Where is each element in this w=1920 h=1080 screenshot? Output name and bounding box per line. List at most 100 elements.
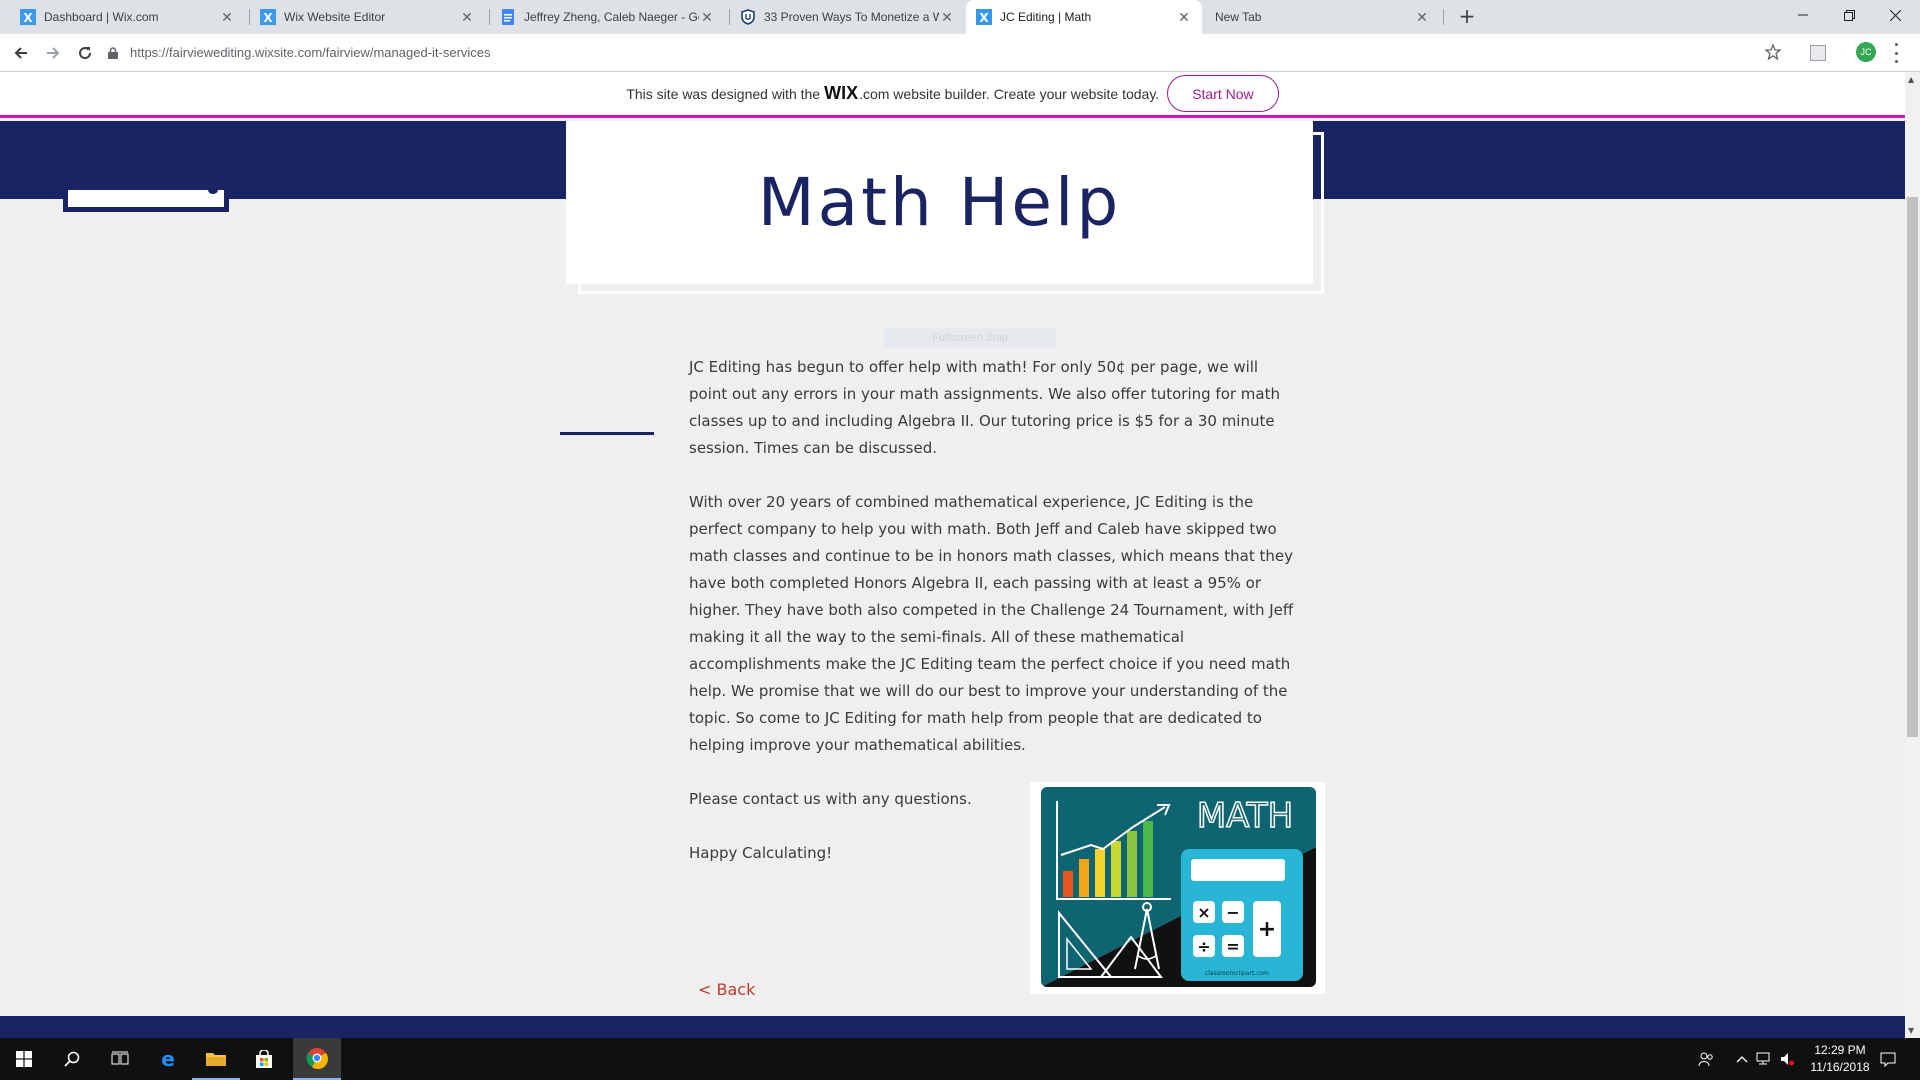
close-icon[interactable]: ✕ bbox=[219, 9, 235, 26]
folder-icon bbox=[206, 1053, 226, 1066]
lock-icon bbox=[108, 46, 120, 59]
address-bar[interactable]: https://fairviewediting.wixsite.com/fair… bbox=[108, 38, 1783, 67]
edge-browser-button[interactable]: e bbox=[144, 1038, 192, 1080]
store-bag-icon bbox=[256, 1050, 272, 1068]
close-icon[interactable]: ✕ bbox=[939, 9, 955, 26]
tab-jc-editing-math[interactable]: X JC Editing | Math ✕ bbox=[966, 0, 1202, 34]
chevron-up-icon[interactable] bbox=[1736, 1038, 1748, 1080]
task-view-icon bbox=[111, 1051, 129, 1065]
browser-toolbar: https://fairviewediting.wixsite.com/fair… bbox=[0, 34, 1920, 72]
new-tab-button[interactable]: + bbox=[1455, 5, 1479, 29]
calc-key-plus: + bbox=[1258, 917, 1276, 942]
tab-title: 33 Proven Ways To Monetize a W bbox=[764, 10, 939, 24]
shield-icon bbox=[740, 9, 756, 25]
math-clipart-image: MATH × − ÷ = + classroomclipart.com bbox=[1041, 787, 1316, 987]
search-button[interactable] bbox=[48, 1038, 96, 1080]
clock-date: 11/16/2018 bbox=[1810, 1060, 1870, 1074]
accent-divider bbox=[560, 432, 654, 435]
tab-title: Jeffrey Zheng, Caleb Naeger - Go bbox=[524, 10, 699, 24]
forward-button[interactable] bbox=[38, 38, 68, 68]
page-title-box: Math Help bbox=[566, 121, 1313, 284]
arrow-right-icon bbox=[47, 47, 60, 59]
bookmark-star-icon[interactable] bbox=[1764, 43, 1782, 64]
restore-button[interactable] bbox=[1826, 0, 1872, 30]
intro-paragraph: JC Editing has begun to offer help with … bbox=[689, 358, 1280, 457]
restore-icon bbox=[1843, 9, 1855, 21]
wix-banner-text-after: .com website builder. Create your websit… bbox=[859, 85, 1160, 102]
wix-icon: X bbox=[20, 9, 36, 25]
calc-key-times: × bbox=[1197, 903, 1210, 922]
experience-paragraph: With over 20 years of combined mathemati… bbox=[689, 493, 1294, 754]
site-footer-band bbox=[0, 1016, 1905, 1038]
scroll-thumb[interactable] bbox=[1907, 197, 1918, 737]
profile-avatar[interactable]: JC bbox=[1856, 42, 1876, 62]
back-button[interactable] bbox=[6, 38, 36, 68]
tab-title: JC Editing | Math bbox=[1000, 10, 1092, 24]
tab-monetize-article[interactable]: 33 Proven Ways To Monetize a W ✕ bbox=[730, 0, 965, 34]
google-docs-icon bbox=[500, 9, 516, 25]
search-icon bbox=[64, 1051, 80, 1067]
math-word: MATH bbox=[1197, 796, 1293, 836]
wix-banner-text-before: This site was designed with the bbox=[626, 85, 821, 102]
windows-taskbar: e 12:29 PM 11/16/2018 bbox=[0, 1038, 1920, 1080]
page-title: Math Help bbox=[757, 164, 1122, 241]
tab-title: Wix Website Editor bbox=[284, 10, 386, 24]
edge-icon: e bbox=[161, 1049, 175, 1069]
minimize-icon bbox=[1798, 14, 1808, 16]
tab-wix-dashboard[interactable]: X Dashboard | Wix.com ✕ bbox=[10, 0, 245, 34]
tab-separator bbox=[1443, 9, 1444, 25]
start-now-button[interactable]: Start Now bbox=[1167, 75, 1279, 112]
minimize-button[interactable] bbox=[1780, 0, 1826, 30]
chrome-button[interactable] bbox=[293, 1038, 341, 1080]
svg-text:X: X bbox=[263, 11, 273, 25]
page-viewport: This site was designed with the WIX .com… bbox=[0, 72, 1905, 1038]
tab-title: New Tab bbox=[1215, 10, 1262, 24]
scroll-up-arrow-icon[interactable]: ▲ bbox=[1908, 75, 1914, 84]
back-link[interactable]: < Back bbox=[698, 980, 755, 999]
system-clock[interactable]: 12:29 PM 11/16/2018 bbox=[1795, 1042, 1885, 1076]
start-button[interactable] bbox=[0, 1038, 48, 1080]
close-icon bbox=[1889, 9, 1901, 21]
close-icon[interactable]: ✕ bbox=[1414, 9, 1430, 26]
reload-button[interactable] bbox=[70, 38, 100, 68]
browser-tab-strip: X Dashboard | Wix.com ✕ X Wix Website Ed… bbox=[0, 0, 1920, 34]
people-icon[interactable] bbox=[1698, 1038, 1714, 1080]
fullscreen-snip-ghost: Fullscreen Snip bbox=[884, 328, 1056, 348]
svg-text:X: X bbox=[23, 11, 33, 25]
action-center-icon[interactable] bbox=[1880, 1038, 1896, 1080]
wix-logo: WIX bbox=[824, 83, 859, 103]
tab-title: Dashboard | Wix.com bbox=[44, 10, 159, 24]
calc-key-divide: ÷ bbox=[1197, 937, 1210, 956]
volume-muted-icon[interactable] bbox=[1780, 1038, 1794, 1080]
store-button[interactable] bbox=[240, 1038, 288, 1080]
wix-promo-banner: This site was designed with the WIX .com… bbox=[0, 72, 1905, 118]
arrow-left-icon bbox=[14, 47, 27, 59]
clock-time: 12:29 PM bbox=[1814, 1043, 1866, 1057]
close-window-button[interactable] bbox=[1872, 0, 1918, 30]
url-text: https://fairviewediting.wixsite.com/fair… bbox=[130, 45, 491, 60]
svg-text:e: e bbox=[161, 1049, 175, 1069]
tab-google-doc[interactable]: Jeffrey Zheng, Caleb Naeger - Go ✕ bbox=[490, 0, 725, 34]
wix-icon: X bbox=[260, 9, 276, 25]
tab-wix-editor[interactable]: X Wix Website Editor ✕ bbox=[250, 0, 485, 34]
chrome-icon bbox=[306, 1048, 328, 1069]
windows-logo-icon bbox=[16, 1051, 32, 1067]
scroll-down-arrow-icon[interactable]: ▼ bbox=[1908, 1026, 1914, 1035]
calc-key-minus: − bbox=[1226, 903, 1239, 922]
close-icon[interactable]: ✕ bbox=[459, 9, 475, 26]
calc-key-equals: = bbox=[1226, 937, 1239, 956]
reload-icon bbox=[79, 47, 92, 60]
wix-icon: X bbox=[976, 9, 992, 25]
site-logo[interactable] bbox=[63, 186, 229, 212]
task-view-button[interactable] bbox=[96, 1038, 144, 1080]
svg-text:X: X bbox=[979, 11, 989, 25]
browser-menu-icon[interactable] bbox=[1893, 43, 1899, 63]
close-icon[interactable]: ✕ bbox=[699, 9, 715, 26]
tab-new-tab[interactable]: New Tab ✕ bbox=[1205, 0, 1440, 34]
network-icon[interactable] bbox=[1756, 1038, 1774, 1080]
close-icon[interactable]: ✕ bbox=[1176, 9, 1192, 26]
image-credit: classroomclipart.com bbox=[1205, 970, 1269, 977]
file-explorer-button[interactable] bbox=[192, 1038, 240, 1080]
extension-icon[interactable] bbox=[1810, 45, 1826, 61]
page-scrollbar[interactable]: ▲ ▼ bbox=[1905, 72, 1920, 1038]
